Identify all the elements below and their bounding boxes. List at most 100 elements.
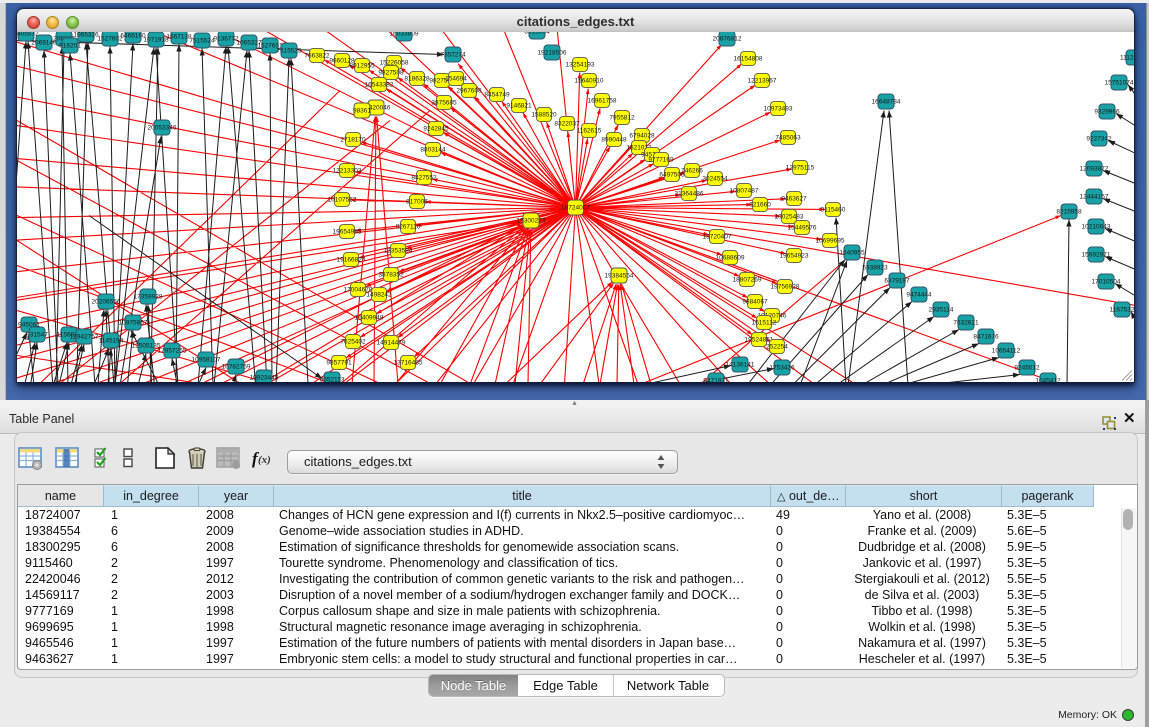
- svg-text:1667138: 1667138: [166, 34, 192, 41]
- svg-text:15640910: 15640910: [575, 78, 604, 85]
- svg-text:8471676: 8471676: [973, 334, 999, 341]
- svg-text:1162615: 1162615: [577, 128, 602, 135]
- svg-text:18724007: 18724007: [561, 205, 590, 212]
- svg-text:15449576: 15449576: [788, 225, 817, 232]
- svg-text:19384554: 19384554: [605, 273, 634, 280]
- svg-text:2935114: 2935114: [929, 307, 954, 314]
- svg-text:19218506: 19218506: [538, 50, 567, 57]
- svg-text:9463627: 9463627: [781, 196, 807, 203]
- svg-text:21364486: 21364486: [675, 191, 704, 198]
- svg-text:12942757: 12942757: [70, 334, 99, 341]
- svg-text:10688609: 10688609: [716, 255, 745, 262]
- svg-text:9329966: 9329966: [1094, 109, 1120, 116]
- svg-text:9242845: 9242845: [423, 126, 449, 133]
- svg-text:8912955: 8912955: [349, 63, 375, 70]
- svg-text:7357274: 7357274: [440, 52, 466, 59]
- svg-text:8427552: 8427552: [411, 175, 437, 182]
- svg-text:10210643: 10210643: [1082, 224, 1111, 231]
- svg-text:16648784: 16648784: [872, 99, 901, 106]
- svg-text:7955812: 7955812: [609, 115, 635, 122]
- svg-text:10973493: 10973493: [764, 106, 793, 113]
- svg-text:15720407: 15720407: [703, 234, 732, 241]
- svg-text:9827508: 9827508: [378, 70, 404, 77]
- svg-text:16409948: 16409948: [355, 315, 384, 322]
- svg-text:3878352: 3878352: [378, 272, 404, 279]
- svg-text:16033809: 16033809: [390, 32, 419, 38]
- svg-text:9115460: 9115460: [821, 207, 846, 214]
- svg-text:7485063: 7485063: [775, 135, 801, 142]
- svg-text:9227342: 9227342: [1086, 136, 1112, 143]
- svg-text:12975115: 12975115: [786, 165, 815, 172]
- svg-text:1498242: 1498242: [366, 292, 392, 299]
- svg-text:7663822: 7663822: [304, 53, 330, 60]
- svg-text:2967608: 2967608: [456, 88, 482, 95]
- svg-text:12444157: 12444157: [1080, 194, 1109, 201]
- svg-text:15751074: 15751074: [1105, 80, 1134, 87]
- svg-text:12213303: 12213303: [333, 168, 362, 175]
- svg-text:1615112: 1615112: [752, 320, 777, 327]
- svg-text:19756928: 19756928: [771, 284, 800, 291]
- svg-text:931547: 931547: [26, 332, 48, 339]
- svg-text:16961758: 16961758: [588, 98, 617, 105]
- svg-text:19654923: 19654923: [780, 253, 809, 260]
- svg-text:14914479: 14914479: [377, 340, 406, 347]
- svg-text:1145194: 1145194: [99, 338, 124, 345]
- svg-text:8454749: 8454749: [484, 92, 510, 99]
- svg-text:9136772: 9136772: [213, 36, 239, 43]
- svg-text:20206556: 20206556: [92, 299, 121, 306]
- svg-text:8803144: 8803144: [420, 147, 446, 154]
- svg-text:8322037: 8322037: [554, 121, 580, 128]
- svg-text:9471871: 9471871: [703, 378, 729, 383]
- svg-text:2405572: 2405572: [17, 32, 39, 38]
- svg-text:10654112: 10654112: [992, 348, 1021, 355]
- svg-text:12505135: 12505135: [132, 343, 161, 350]
- svg-text:8990448: 8990448: [601, 137, 627, 144]
- svg-text:17957255: 17957255: [158, 348, 187, 355]
- svg-text:12093872: 12093872: [1080, 166, 1109, 173]
- svg-text:1640955: 1640955: [839, 250, 865, 257]
- svg-text:6794028: 6794028: [629, 133, 655, 140]
- svg-text:3024554: 3024554: [702, 176, 728, 183]
- svg-text:8267110: 8267110: [396, 224, 421, 231]
- svg-text:1071918: 1071918: [143, 37, 169, 44]
- svg-text:12213967: 12213967: [748, 78, 777, 85]
- svg-text:3875685: 3875685: [431, 100, 457, 107]
- svg-text:(x): (x): [258, 454, 271, 466]
- svg-text:1065326: 1065326: [73, 32, 99, 39]
- svg-text:7515525: 7515525: [276, 48, 302, 55]
- svg-text:7632621: 7632621: [953, 320, 979, 327]
- svg-text:817006: 817006: [406, 199, 428, 206]
- svg-text:9857791: 9857791: [326, 360, 352, 367]
- svg-text:9474444: 9474444: [906, 292, 932, 299]
- svg-text:746266: 746266: [681, 168, 703, 175]
- svg-text:7625402: 7625402: [340, 339, 366, 346]
- svg-text:17359928: 17359928: [134, 294, 163, 301]
- svg-text:13254193: 13254193: [566, 62, 595, 69]
- svg-text:5938923: 5938923: [862, 265, 888, 272]
- svg-text:2718170: 2718170: [340, 137, 366, 144]
- svg-text:10107552: 10107552: [328, 197, 357, 204]
- svg-text:20876812: 20876812: [713, 36, 742, 43]
- svg-text:154694: 154694: [445, 76, 467, 83]
- svg-text:17010504: 17010504: [1092, 279, 1121, 286]
- svg-text:10923448: 10923448: [250, 375, 279, 382]
- svg-text:13716485: 13716485: [394, 360, 423, 367]
- svg-text:7515524: 7515524: [189, 38, 215, 45]
- svg-text:6466160: 6466160: [120, 33, 146, 40]
- svg-text:1045412: 1045412: [1035, 378, 1061, 383]
- svg-text:9884067: 9884067: [742, 299, 768, 306]
- svg-text:15300273: 15300273: [517, 218, 546, 225]
- svg-text:19654985: 19654985: [333, 229, 362, 236]
- svg-text:16543382: 16543382: [365, 82, 394, 89]
- svg-text:9146821: 9146821: [506, 103, 532, 110]
- svg-text:1753426: 1753426: [769, 365, 795, 372]
- svg-text:8813054: 8813054: [524, 32, 550, 36]
- svg-text:14136141: 14136141: [726, 362, 755, 369]
- svg-text:20053346: 20053346: [148, 125, 177, 132]
- svg-text:8186328: 8186328: [404, 76, 430, 83]
- svg-text:15692971: 15692971: [1082, 252, 1111, 259]
- svg-text:10807487: 10807487: [730, 188, 759, 195]
- svg-text:11124028: 11124028: [1120, 55, 1134, 62]
- svg-text:8215958: 8215958: [1056, 209, 1082, 216]
- svg-text:6379197: 6379197: [884, 278, 910, 285]
